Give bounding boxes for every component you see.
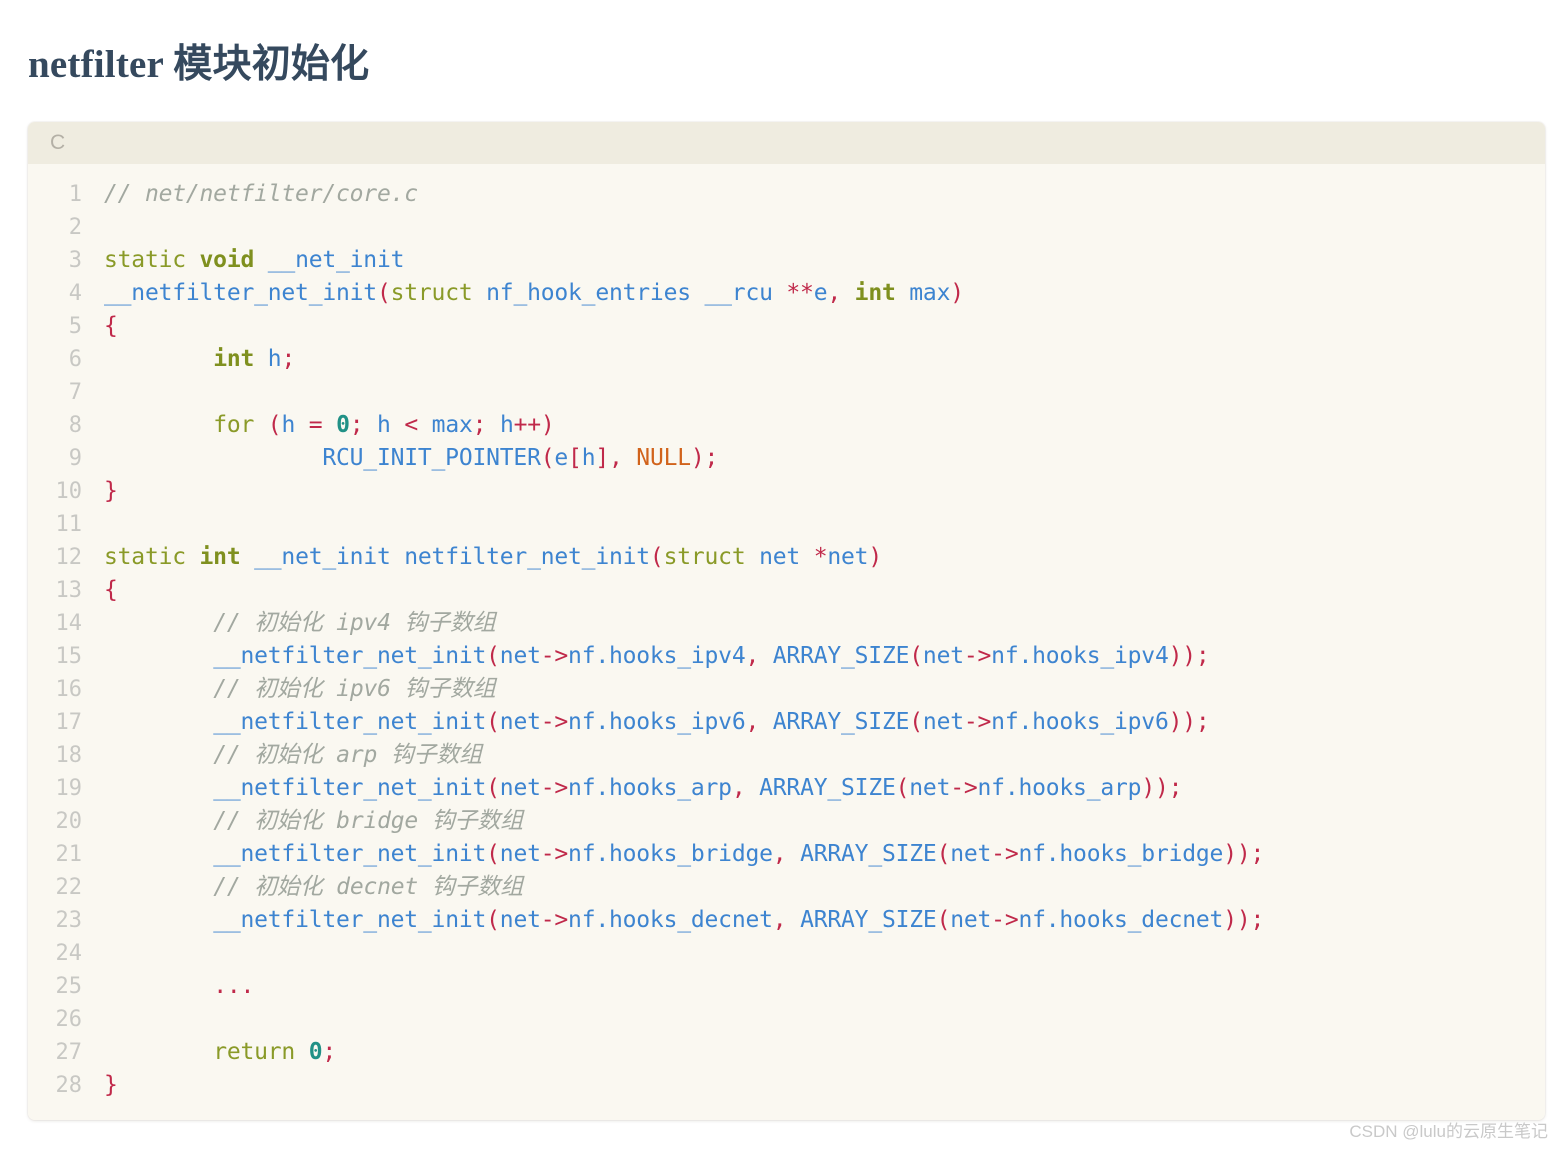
line-number: 25	[55, 974, 83, 999]
code-line-text: // 初始化 decnet 钩子数组	[213, 874, 523, 900]
code-line-text: __netfilter_net_init(net->nf.hooks_decne…	[213, 907, 1265, 933]
code-line: 27 return 0;	[28, 1036, 1545, 1069]
code-line: 4 __netfilter_net_init(struct nf_hook_ent…	[28, 277, 1545, 310]
code-line: 21 __netfilter_net_init(net->nf.hooks_br…	[28, 838, 1545, 871]
code-line: 28}	[28, 1069, 1545, 1102]
code-line: 8 for (h = 0; h < max; h++)	[28, 409, 1545, 442]
code-line-text: }	[104, 1072, 118, 1098]
code-line: 22 // 初始化 decnet 钩子数组	[28, 871, 1545, 904]
code-line-text: {	[104, 577, 118, 603]
line-number: 27	[55, 1040, 83, 1065]
code-line: 14 // 初始化 ipv4 钩子数组	[28, 607, 1545, 640]
line-number: 19	[55, 776, 83, 801]
code-line-text: __netfilter_net_init(net->nf.hooks_ipv6,…	[213, 709, 1210, 735]
code-line-text: static void __net_init	[104, 247, 405, 273]
line-number: 12	[55, 545, 83, 570]
code-line-text: return 0;	[213, 1039, 337, 1065]
line-number: 18	[55, 743, 83, 768]
code-line: 16 // 初始化 ipv6 钩子数组	[28, 673, 1545, 706]
code-block-header: C	[28, 122, 1545, 164]
line-number: 1	[68, 182, 82, 207]
code-line: 10}	[28, 475, 1545, 508]
code-line-text: // 初始化 arp 钩子数组	[213, 742, 482, 768]
code-line: 12 static int __net_init netfilter_net_in…	[28, 541, 1545, 574]
code-line: 23 __netfilter_net_init(net->nf.hooks_de…	[28, 904, 1545, 937]
code-line: 9 RCU_INIT_POINTER(e[h], NULL);	[28, 442, 1545, 475]
code-line-text: for (h = 0; h < max; h++)	[213, 412, 555, 438]
code-line-text: // 初始化 bridge 钩子数组	[213, 808, 523, 834]
line-number: 24	[55, 941, 83, 966]
code-line: 6 int h;	[28, 343, 1545, 376]
line-number: 15	[55, 644, 83, 669]
line-number: 16	[55, 677, 83, 702]
line-number: 2	[68, 215, 82, 240]
code-language-label: C	[50, 131, 66, 154]
code-block-body[interactable]: 1// net/netfilter/core.c 2 3 static void __…	[28, 164, 1545, 1120]
line-number: 9	[68, 446, 82, 471]
line-number: 20	[55, 809, 83, 834]
code-line-text: int h;	[213, 346, 296, 372]
code-line-text: {	[104, 313, 118, 339]
code-line: 19 __netfilter_net_init(net->nf.hooks_ar…	[28, 772, 1545, 805]
line-number: 11	[55, 512, 83, 537]
code-line: 26	[28, 1003, 1545, 1036]
code-line-text: }	[104, 478, 118, 504]
code-line: 20 // 初始化 bridge 钩子数组	[28, 805, 1545, 838]
line-number: 23	[55, 908, 83, 933]
code-line-text: // 初始化 ipv6 钩子数组	[213, 676, 496, 702]
line-number: 6	[68, 347, 82, 372]
line-number: 7	[68, 380, 82, 405]
code-line-text: ...	[213, 973, 255, 999]
code-line-text: __netfilter_net_init(net->nf.hooks_arp, …	[213, 775, 1183, 801]
line-number: 28	[55, 1073, 83, 1098]
line-number: 5	[68, 314, 82, 339]
code-line-text: // 初始化 ipv4 钩子数组	[213, 610, 496, 636]
code-line-text: __netfilter_net_init(struct nf_hook_entr…	[104, 280, 964, 306]
code-line: 18 // 初始化 arp 钩子数组	[28, 739, 1545, 772]
code-line: 11	[28, 508, 1545, 541]
code-line-text: static int __net_init netfilter_net_init…	[104, 544, 882, 570]
code-line: 3 static void __net_init	[28, 244, 1545, 277]
code-line: 1 // net/netfilter/core.c	[28, 178, 1545, 211]
page-title: netfilter 模块初始化	[28, 43, 370, 87]
line-number: 14	[55, 611, 83, 636]
code-line-text: __netfilter_net_init(net->nf.hooks_ipv4,…	[213, 643, 1210, 669]
code-line: 25 ...	[28, 970, 1545, 1003]
code-line: 24	[28, 937, 1545, 970]
line-number: 22	[55, 875, 83, 900]
code-line: 7	[28, 376, 1545, 409]
line-number: 10	[55, 479, 83, 504]
line-number: 8	[68, 413, 82, 438]
code-line-text: __netfilter_net_init(net->nf.hooks_bridg…	[213, 841, 1265, 867]
line-number: 13	[55, 578, 83, 603]
code-line: 5{	[28, 310, 1545, 343]
code-line: 15 __netfilter_net_init(net->nf.hooks_ip…	[28, 640, 1545, 673]
watermark: CSDN @lulu的云原生笔记	[1349, 1122, 1548, 1141]
line-number: 4	[68, 281, 82, 306]
code-block: C 1// net/netfilter/core.c 2 3 static void …	[28, 122, 1545, 1120]
code-line-text: // net/netfilter/core.c	[104, 181, 418, 207]
code-line: 17 __netfilter_net_init(net->nf.hooks_ip…	[28, 706, 1545, 739]
code-line: 13 {	[28, 574, 1545, 607]
code-line-text: RCU_INIT_POINTER(e[h], NULL);	[322, 445, 719, 471]
line-number: 21	[55, 842, 83, 867]
line-number: 17	[55, 710, 83, 735]
code-line: 2	[28, 211, 1545, 244]
line-number: 26	[55, 1007, 83, 1032]
line-number: 3	[68, 248, 82, 273]
